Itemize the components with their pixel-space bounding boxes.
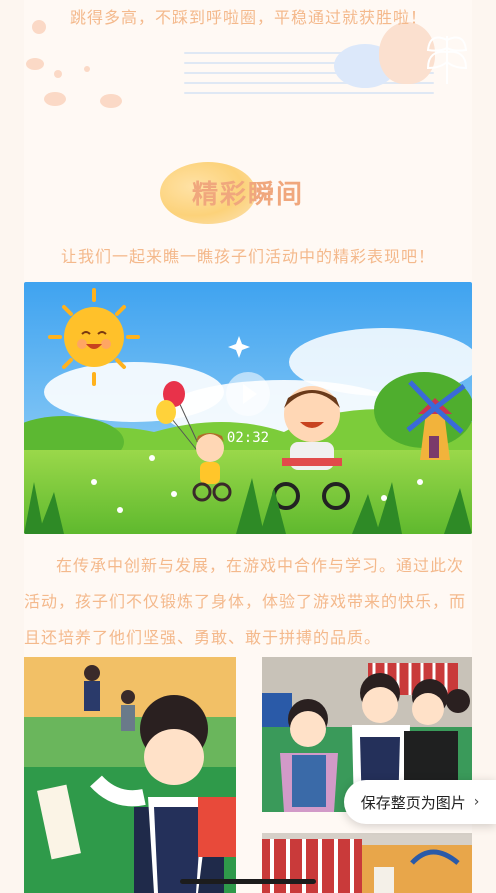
- decor-dot: [54, 70, 62, 78]
- decor-dot: [100, 94, 122, 108]
- home-indicator[interactable]: [180, 879, 316, 884]
- article-paragraph: 在传承中创新与发展，在游戏中合作与学习。通过此次活动，孩子们不仅锻炼了身体，体验…: [24, 556, 467, 647]
- decor-dot: [32, 20, 46, 34]
- video-player[interactable]: 02:32: [24, 282, 472, 534]
- activity-photo: [24, 657, 236, 893]
- balloon-icon: [156, 400, 176, 424]
- decor-dot: [84, 66, 90, 72]
- save-page-as-image-button[interactable]: 保存整页为图片 ›: [344, 780, 496, 824]
- palm-leaf-icon: [426, 36, 468, 84]
- section-header: 精彩瞬间: [0, 160, 496, 226]
- video-duration: 02:32: [226, 430, 270, 446]
- chevron-right-icon: ›: [473, 794, 480, 810]
- save-page-label: 保存整页为图片: [360, 793, 466, 812]
- section-subtitle: 让我们一起来瞧一瞧孩子们活动中的精彩表现吧！: [60, 247, 435, 266]
- decor-dot: [26, 58, 44, 70]
- intro-text: 跳得多高，不踩到呼啦圈，平稳通过就获胜啦！: [70, 8, 428, 27]
- activity-photo: [262, 833, 472, 893]
- play-icon[interactable]: [226, 372, 270, 416]
- intro-decoration: 跳得多高，不踩到呼啦圈，平稳通过就获胜啦！: [24, 0, 472, 120]
- section-title: 精彩瞬间: [191, 180, 304, 210]
- decor-dot: [44, 92, 66, 106]
